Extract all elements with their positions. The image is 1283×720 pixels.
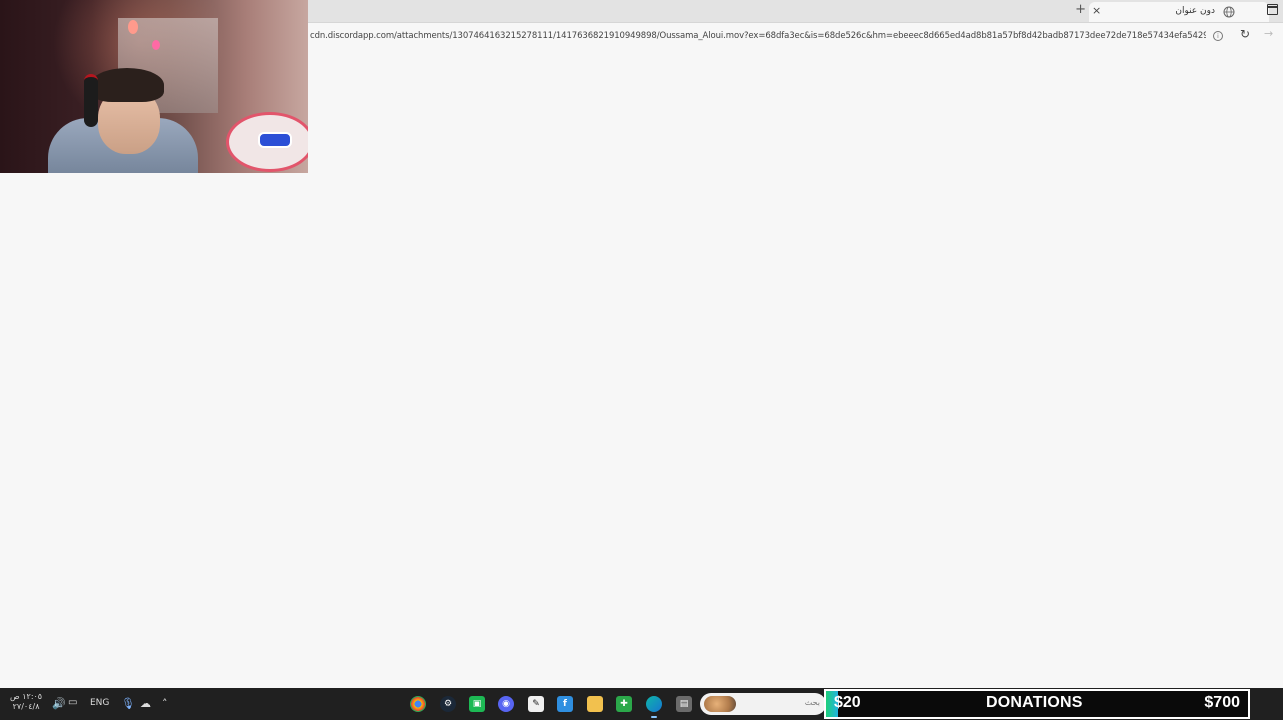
- green-app-icon[interactable]: ▣: [469, 696, 485, 712]
- donations-current: $20: [834, 694, 861, 711]
- network-icon[interactable]: ▭: [68, 697, 77, 708]
- sidebar-toggle-icon[interactable]: [1267, 4, 1278, 15]
- file-explorer-icon[interactable]: [587, 696, 603, 712]
- taskbar-search[interactable]: بحث: [700, 693, 826, 715]
- donations-title: DONATIONS: [986, 694, 1083, 711]
- clock-time: ١٢:٠٥ ص: [10, 692, 43, 701]
- new-tab-button[interactable]: +: [1075, 2, 1086, 17]
- blue-app-icon[interactable]: f: [557, 696, 573, 712]
- chevron-up-icon[interactable]: ˄: [162, 697, 168, 710]
- search-highlight-image: [704, 696, 736, 712]
- site-info-icon[interactable]: i: [1213, 31, 1223, 41]
- globe-icon: [1223, 6, 1235, 18]
- microphone-icon[interactable]: 🎙: [121, 697, 135, 710]
- url-field[interactable]: cdn.discordapp.com/attachments/130746416…: [310, 31, 1206, 43]
- volume-icon[interactable]: 🔊: [52, 697, 66, 710]
- taskbar-corner: [1252, 689, 1283, 720]
- discord-icon[interactable]: ◉: [498, 696, 514, 712]
- tab-untitled[interactable]: × دون عنوان: [1089, 2, 1269, 22]
- address-bar: cdn.discordapp.com/attachments/130746416…: [308, 23, 1283, 49]
- tab-title: دون عنوان: [1175, 6, 1215, 16]
- reload-icon[interactable]: ↻: [1240, 27, 1250, 41]
- forward-icon[interactable]: →: [1264, 27, 1273, 40]
- search-label: بحث: [804, 698, 820, 707]
- donations-goal: $700: [1204, 694, 1240, 711]
- clock[interactable]: ١٢:٠٥ ص ٢٧/٠٤/٨: [10, 692, 42, 712]
- clock-date: ٢٧/٠٤/٨: [12, 702, 40, 711]
- close-tab-icon[interactable]: ×: [1092, 4, 1101, 17]
- xbox-icon[interactable]: ✚: [616, 696, 632, 712]
- steam-icon[interactable]: ⚙: [440, 696, 456, 712]
- webcam-overlay: [0, 0, 308, 173]
- gray-app-icon[interactable]: ▤: [676, 696, 692, 712]
- donations-bar: $20 DONATIONS $700: [824, 689, 1250, 719]
- language-indicator[interactable]: ENG: [90, 698, 109, 708]
- browser-tab-bar: + × دون عنوان: [308, 0, 1283, 23]
- edge-icon[interactable]: [646, 696, 662, 712]
- white-app-icon[interactable]: ✎: [528, 696, 544, 712]
- active-app-indicator: [651, 716, 657, 718]
- onedrive-icon[interactable]: ☁: [140, 697, 151, 710]
- chrome-icon[interactable]: [410, 696, 426, 712]
